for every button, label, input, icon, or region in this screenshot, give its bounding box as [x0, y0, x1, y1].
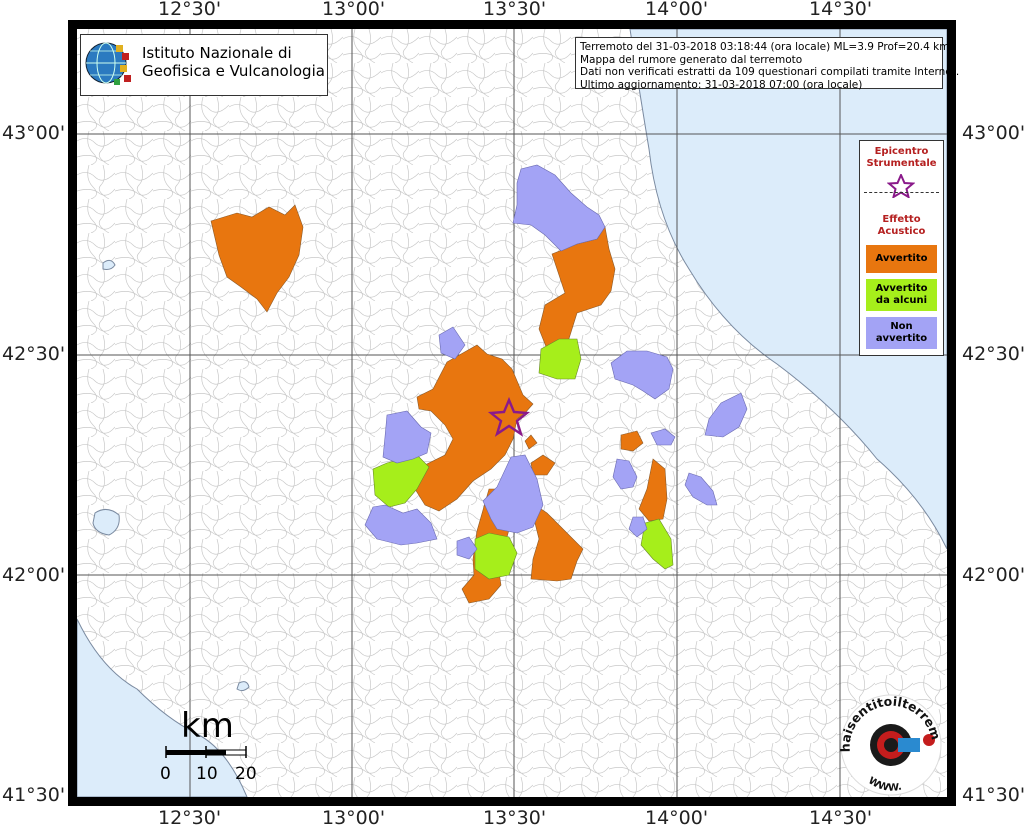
- scale-label-20: 20: [235, 764, 257, 784]
- haisentito-badge[interactable]: haisentitoilterremoto.it WWW.: [834, 680, 944, 798]
- lat-label-right-4230: 42°30': [962, 343, 1024, 365]
- lon-label-bottom-1330: 13°30': [483, 807, 547, 829]
- map-frame-top: [68, 20, 956, 29]
- legend-not-felt-swatch: Non avvertito: [866, 317, 937, 349]
- lat-label-left-4130: 41°30': [2, 784, 66, 806]
- ingv-name-line2: Geofisica e Vulcanologia: [142, 62, 325, 80]
- legend-effect-title-2: Acustico: [877, 226, 926, 237]
- lon-label-bottom-1300: 13°00': [322, 807, 386, 829]
- lat-label-left-4200: 42°00': [2, 564, 66, 586]
- legend-felt-some-swatch: Avvertito da alcuni: [866, 279, 937, 311]
- legend-not-felt-label-1: Non: [890, 321, 913, 332]
- legend-felt-label: Avvertito: [875, 253, 928, 264]
- scale-bar: [165, 746, 247, 758]
- haisentito-logo-icon: haisentitoilterremoto.it WWW.: [834, 680, 944, 796]
- legend-epicenter-star-icon: [887, 174, 915, 198]
- scale-label-10: 10: [196, 764, 218, 784]
- legend-felt-some-label-1: Avvertito: [875, 283, 928, 294]
- map-frame-right: [947, 20, 956, 806]
- info-line-event: Terremoto del 31-03-2018 03:18:44 (ora l…: [580, 41, 950, 53]
- lon-label-bottom-1430: 14°30': [809, 807, 873, 829]
- map-canvas[interactable]: [77, 29, 947, 797]
- legend-effect-title-1: Effetto: [882, 214, 921, 225]
- lon-label-bottom-1230: 12°30': [158, 807, 222, 829]
- legend-not-felt-label-2: avvertito: [875, 333, 928, 344]
- lon-label-bottom-1400: 14°00': [645, 807, 709, 829]
- event-info-box: Terremoto del 31-03-2018 03:18:44 (ora l…: [575, 37, 960, 91]
- info-line-updated: Ultimo aggiornamento: 31-03-2018 07:00 (…: [580, 78, 863, 91]
- legend-divider: [864, 192, 939, 193]
- lon-label-top-1400: 14°00': [645, 0, 709, 20]
- ingv-name-line1: Istituto Nazionale di: [142, 44, 292, 62]
- map-frame-left: [68, 20, 77, 806]
- legend-epicenter-title-2: Strumentale: [866, 158, 937, 169]
- lon-label-top-1300: 13°00': [322, 0, 386, 20]
- ingv-logo-text: Istituto Nazionale di Geofisica e Vulcan…: [142, 44, 325, 80]
- lat-label-right-4130: 41°30': [962, 784, 1024, 806]
- lat-label-left-4230: 42°30': [2, 343, 66, 365]
- info-line-source: Dati non verificati estratti da 109 ques…: [580, 66, 960, 78]
- legend-felt-some-label-2: da alcuni: [875, 295, 928, 306]
- legend-box: Epicentro Strumentale Effetto Acustico A…: [859, 140, 944, 356]
- lon-label-top-1330: 13°30': [483, 0, 547, 20]
- lat-label-left-4300: 43°00': [2, 122, 66, 144]
- lat-label-right-4300: 43°00': [962, 122, 1024, 144]
- scale-label-0: 0: [160, 764, 171, 784]
- map-frame-bottom: [68, 797, 956, 806]
- lon-label-top-1230: 12°30': [158, 0, 222, 20]
- legend-felt-swatch: Avvertito: [866, 245, 937, 273]
- lon-label-top-1430: 14°30': [809, 0, 873, 20]
- ingv-globe-icon: [85, 42, 131, 85]
- scale-unit-label: km: [181, 706, 234, 746]
- lat-label-right-4200: 42°00': [962, 564, 1024, 586]
- legend-epicenter-title-1: Epicentro: [874, 146, 929, 157]
- info-line-title: Mappa del rumore generato dal terremoto: [580, 53, 803, 66]
